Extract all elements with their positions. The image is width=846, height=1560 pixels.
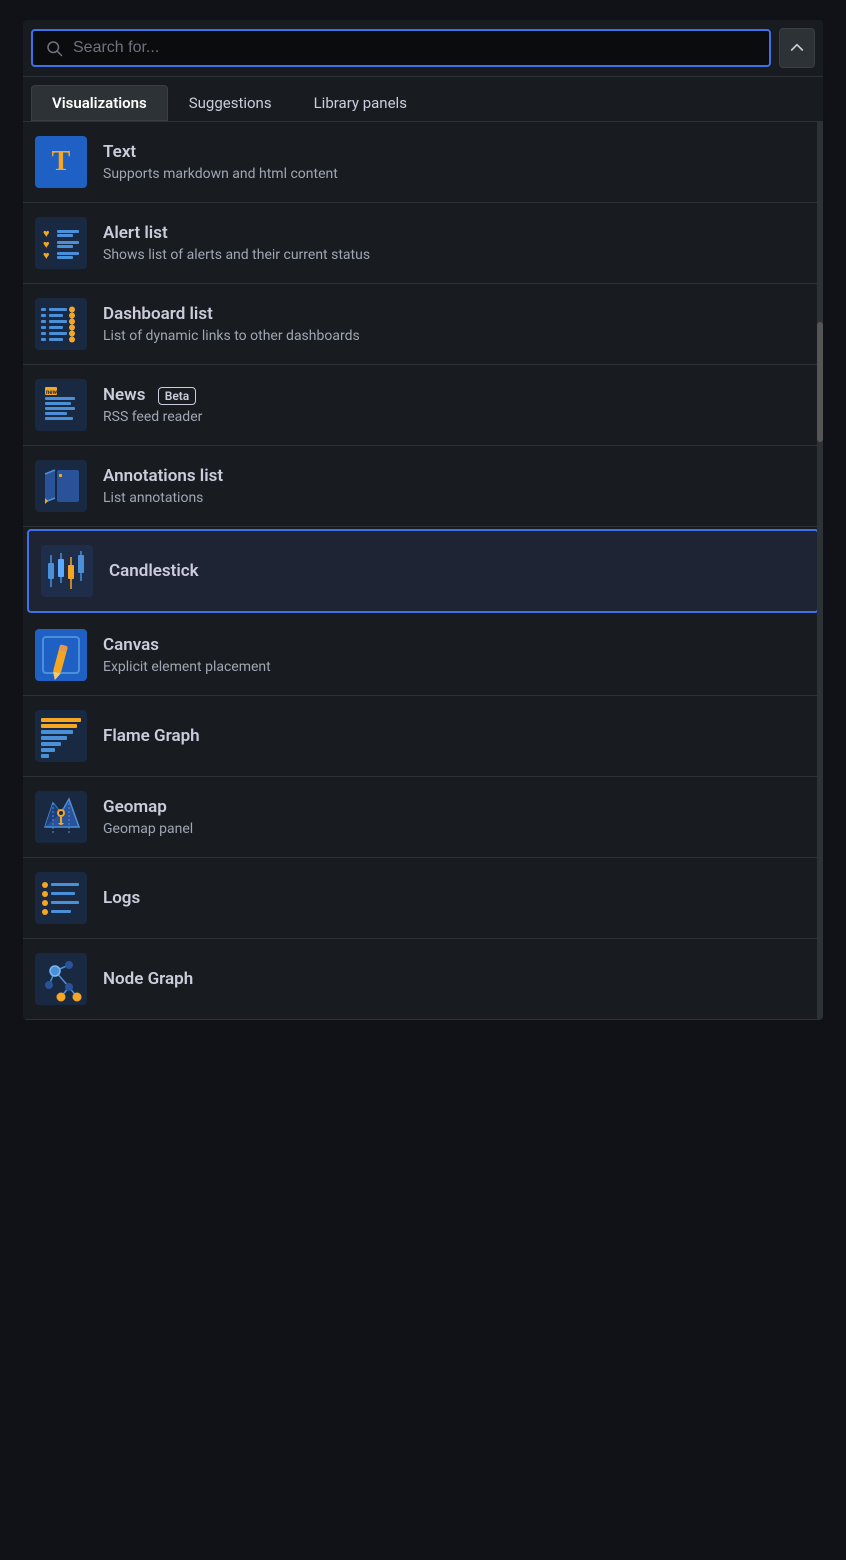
viz-text-dashboard-list: Dashboard list List of dynamic links to … bbox=[103, 304, 360, 344]
canvas-icon bbox=[35, 629, 87, 681]
beta-badge: Beta bbox=[158, 387, 197, 405]
news-icon: news bbox=[35, 379, 87, 431]
collapse-button[interactable] bbox=[779, 28, 815, 68]
logs-icon bbox=[35, 872, 87, 924]
geomap-icon bbox=[35, 791, 87, 843]
node-graph-icon bbox=[35, 953, 87, 1005]
viz-item-canvas[interactable]: Canvas Explicit element placement bbox=[23, 615, 823, 696]
viz-title-node-graph: Node Graph bbox=[103, 969, 193, 989]
viz-text-candlestick: Candlestick bbox=[109, 561, 199, 581]
candlestick-icon bbox=[41, 545, 93, 597]
viz-item-text[interactable]: T Text Supports markdown and html conten… bbox=[23, 122, 823, 203]
search-input-wrapper[interactable] bbox=[31, 29, 771, 67]
viz-item-flame-graph[interactable]: Flame Graph bbox=[23, 696, 823, 777]
viz-title-alert-list: Alert list bbox=[103, 223, 370, 243]
viz-item-geomap[interactable]: Geomap Geomap panel bbox=[23, 777, 823, 858]
viz-desc-dashboard-list: List of dynamic links to other dashboard… bbox=[103, 328, 360, 344]
viz-title-annotations-list: Annotations list bbox=[103, 466, 223, 486]
viz-desc-news: RSS feed reader bbox=[103, 409, 202, 425]
scrollbar-thumb[interactable] bbox=[817, 322, 823, 442]
viz-text-flame-graph: Flame Graph bbox=[103, 726, 200, 746]
viz-text-text: Text Supports markdown and html content bbox=[103, 142, 338, 182]
viz-title-geomap: Geomap bbox=[103, 797, 193, 817]
viz-item-alert-list[interactable]: ♥ ♥ ♥ Alert list Shows list of alerts an… bbox=[23, 203, 823, 284]
text-icon: T bbox=[35, 136, 87, 188]
svg-text:♥: ♥ bbox=[43, 249, 50, 262]
viz-text-node-graph: Node Graph bbox=[103, 969, 193, 989]
viz-title-candlestick: Candlestick bbox=[109, 561, 199, 581]
viz-title-dashboard-list: Dashboard list bbox=[103, 304, 360, 324]
viz-item-annotations-list[interactable]: Annotations list List annotations bbox=[23, 446, 823, 527]
viz-item-dashboard-list[interactable]: Dashboard list List of dynamic links to … bbox=[23, 284, 823, 365]
visualization-list: T Text Supports markdown and html conten… bbox=[23, 122, 823, 1020]
tab-library-panels[interactable]: Library panels bbox=[293, 85, 428, 121]
search-icon bbox=[45, 39, 63, 57]
alert-list-icon: ♥ ♥ ♥ bbox=[35, 217, 87, 269]
viz-text-annotations-list: Annotations list List annotations bbox=[103, 466, 223, 506]
viz-item-candlestick[interactable]: Candlestick bbox=[27, 529, 819, 613]
viz-desc-annotations-list: List annotations bbox=[103, 490, 223, 506]
viz-title-flame-graph: Flame Graph bbox=[103, 726, 200, 746]
tab-suggestions[interactable]: Suggestions bbox=[168, 85, 293, 121]
viz-text-geomap: Geomap Geomap panel bbox=[103, 797, 193, 837]
viz-item-node-graph[interactable]: Node Graph bbox=[23, 939, 823, 1020]
viz-item-logs[interactable]: Logs bbox=[23, 858, 823, 939]
search-bar bbox=[23, 20, 823, 77]
viz-text-logs: Logs bbox=[103, 888, 140, 908]
scrollbar-track[interactable] bbox=[817, 122, 823, 1020]
viz-text-canvas: Canvas Explicit element placement bbox=[103, 635, 271, 675]
tabs-row: Visualizations Suggestions Library panel… bbox=[23, 77, 823, 122]
search-input[interactable] bbox=[73, 39, 757, 57]
chevron-up-icon bbox=[789, 40, 805, 56]
flame-graph-icon bbox=[35, 710, 87, 762]
viz-text-news: News Beta RSS feed reader bbox=[103, 385, 202, 425]
viz-item-news[interactable]: news News Beta RSS feed reader bbox=[23, 365, 823, 446]
viz-desc-geomap: Geomap panel bbox=[103, 821, 193, 837]
visualization-picker-panel: Visualizations Suggestions Library panel… bbox=[23, 20, 823, 1020]
viz-title-canvas: Canvas bbox=[103, 635, 271, 655]
viz-desc-text: Supports markdown and html content bbox=[103, 166, 338, 182]
viz-desc-canvas: Explicit element placement bbox=[103, 659, 271, 675]
viz-title-logs: Logs bbox=[103, 888, 140, 908]
viz-title-news: News Beta bbox=[103, 385, 202, 405]
annotations-list-icon bbox=[35, 460, 87, 512]
tab-visualizations[interactable]: Visualizations bbox=[31, 85, 168, 121]
viz-title-text: Text bbox=[103, 142, 338, 162]
svg-text:news: news bbox=[46, 389, 60, 396]
dashboard-list-icon bbox=[35, 298, 87, 350]
viz-desc-alert-list: Shows list of alerts and their current s… bbox=[103, 247, 370, 263]
viz-text-alert-list: Alert list Shows list of alerts and thei… bbox=[103, 223, 370, 263]
